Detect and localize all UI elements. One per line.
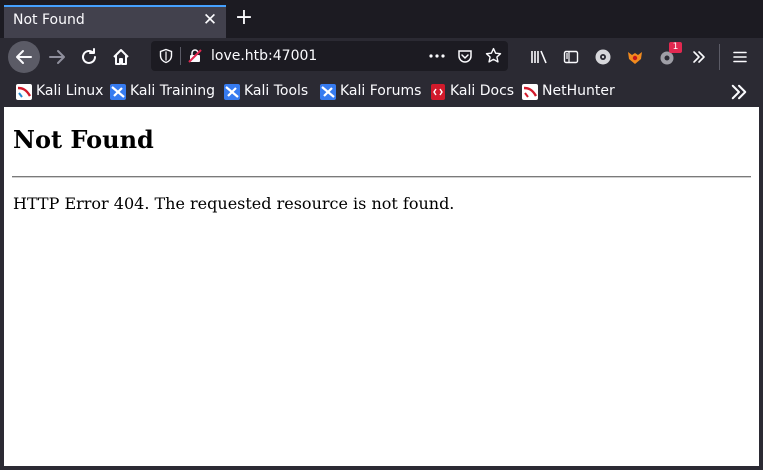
- reload-icon: [82, 48, 96, 64]
- insecure-lock-icon[interactable]: [187, 48, 203, 64]
- tab-close-icon[interactable]: ✕: [200, 10, 220, 30]
- bookmark-label: Kali Linux: [36, 83, 104, 99]
- extension-badge-count: 1: [669, 42, 682, 53]
- page-content: Not Found HTTP Error 404. The requested …: [4, 107, 759, 466]
- extension-disc-icon[interactable]: [594, 48, 612, 66]
- pocket-icon[interactable]: [457, 48, 473, 64]
- horizontal-rule: [12, 176, 751, 178]
- page-heading: Not Found: [13, 125, 154, 154]
- extension-fox-icon[interactable]: [626, 48, 644, 66]
- overflow-chevrons-icon[interactable]: [691, 49, 707, 65]
- address-bar[interactable]: love.htb:47001: [151, 41, 508, 71]
- bookmark-star-icon[interactable]: [485, 47, 502, 64]
- navigation-toolbar: love.htb:47001 1: [0, 38, 763, 76]
- library-icon[interactable]: [530, 49, 548, 65]
- kali-training-icon: [110, 84, 126, 100]
- home-icon: [113, 49, 129, 65]
- tab-title: Not Found: [13, 12, 85, 28]
- bookmark-label: Kali Docs: [450, 83, 515, 99]
- forward-arrow-icon: [49, 50, 65, 64]
- kali-tools-icon: [224, 84, 240, 100]
- bookmarks-overflow-chevrons-icon[interactable]: [729, 82, 749, 102]
- bookmarks-toolbar: Kali Linux Kali Training Kali Tools Kali…: [0, 76, 763, 107]
- error-message: HTTP Error 404. The requested resource i…: [13, 194, 455, 213]
- kali-docs-icon: [431, 84, 445, 100]
- bookmark-label: NetHunter: [542, 83, 615, 99]
- forward-button[interactable]: [41, 41, 73, 73]
- shield-icon[interactable]: [158, 48, 174, 64]
- bookmark-label: Kali Tools: [244, 83, 309, 99]
- back-arrow-icon: [16, 50, 32, 64]
- bookmark-label: Kali Forums: [340, 83, 422, 99]
- sidebar-icon[interactable]: [563, 49, 579, 65]
- url-text[interactable]: love.htb:47001: [211, 48, 317, 64]
- bookmark-label: Kali Training: [130, 83, 215, 99]
- nethunter-icon: [522, 84, 538, 100]
- urlbar-divider: [180, 47, 181, 65]
- kali-forums-icon: [320, 84, 336, 100]
- tab-strip: Not Found ✕ +: [0, 0, 763, 38]
- kali-linux-icon: [16, 84, 32, 100]
- toolbar-separator: [719, 44, 720, 70]
- new-tab-button[interactable]: +: [232, 7, 256, 31]
- home-button[interactable]: [105, 41, 137, 73]
- reload-button[interactable]: [73, 41, 105, 73]
- tab-not-found[interactable]: Not Found ✕: [4, 5, 226, 38]
- hamburger-menu-icon[interactable]: [732, 49, 748, 65]
- page-actions-menu-icon[interactable]: [428, 48, 446, 64]
- back-button[interactable]: [8, 41, 40, 73]
